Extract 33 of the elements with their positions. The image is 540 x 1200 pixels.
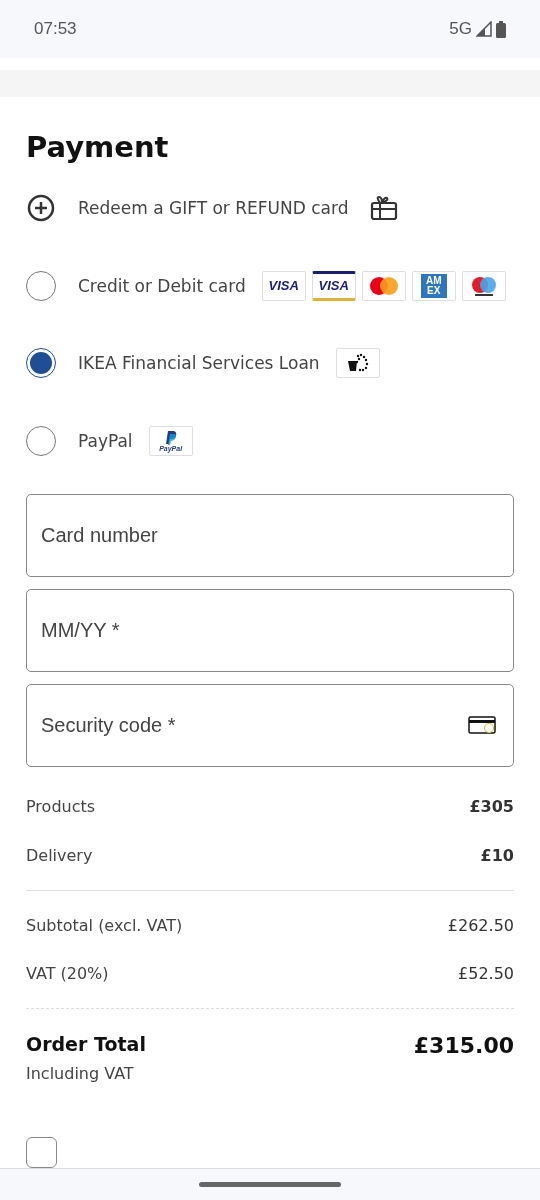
total-label: Order Total [26, 1033, 146, 1057]
payment-method-label: Credit or Debit card [78, 275, 246, 296]
summary-label: VAT (20%) [26, 964, 109, 984]
summary-value: £52.50 [458, 964, 514, 984]
amex-logo: AM EX [411, 270, 456, 301]
summary-label: Delivery [26, 846, 93, 865]
visa-logo: VISA [261, 270, 306, 301]
status-time: 07:53 [34, 19, 77, 39]
redeem-link[interactable]: Redeem a GIFT or REFUND card [78, 198, 349, 219]
loan-logo [335, 348, 380, 379]
summary-value: £262.50 [447, 915, 514, 935]
page-title: Payment [26, 129, 170, 166]
visa-electron-logo: VISA [311, 270, 356, 301]
payment-method-label: IKEA Financial Services Loan [78, 353, 320, 374]
total-value: £315.00 [413, 1033, 514, 1058]
network-type: 5G [449, 19, 472, 39]
summary-label: Subtotal (excl. VAT) [26, 915, 183, 935]
gift-icon [370, 195, 399, 222]
maestro-logo [461, 270, 506, 301]
terms-checkbox[interactable] [26, 1137, 57, 1168]
input-field[interactable]: Security code * [26, 684, 514, 768]
vat-note: Including VAT [26, 1064, 135, 1083]
add-icon[interactable] [26, 193, 56, 224]
mastercard-logo [361, 270, 406, 301]
signal-icon [476, 21, 492, 37]
summary-value: £305 [469, 797, 514, 817]
summary-value: £10 [480, 846, 514, 865]
input-field[interactable]: Card number [26, 494, 514, 578]
payment-method-label: PayPal [78, 431, 133, 452]
summary-label: Products [26, 797, 96, 817]
card-cvc-icon [468, 716, 496, 735]
input-field[interactable]: MM/YY * [26, 589, 514, 673]
battery-icon [496, 20, 506, 38]
